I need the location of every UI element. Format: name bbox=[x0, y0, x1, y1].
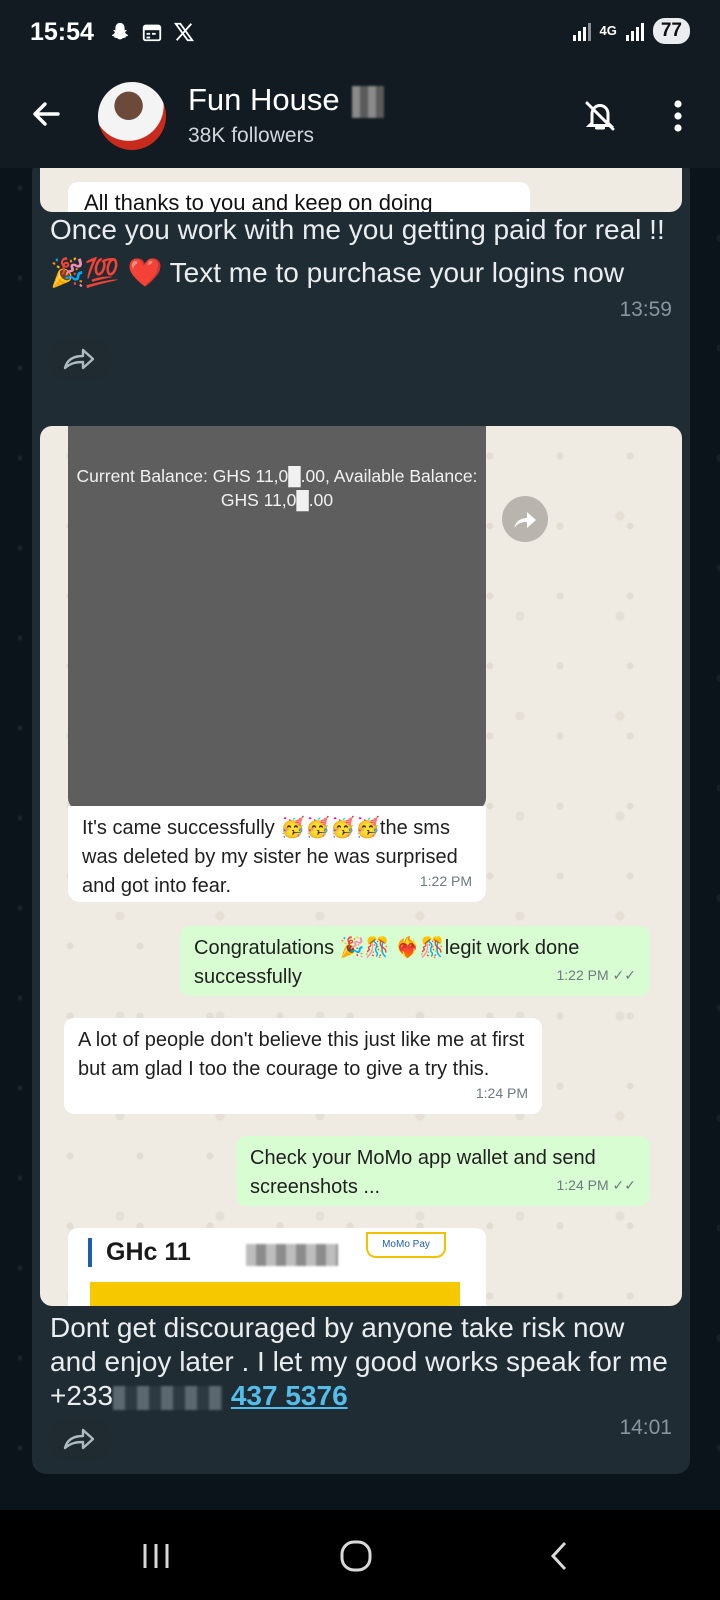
signal-icon bbox=[572, 21, 592, 41]
recent-apps-button[interactable] bbox=[136, 1536, 176, 1576]
forward-button[interactable] bbox=[48, 338, 112, 380]
message-text: Once you work with me you getting paid f… bbox=[50, 214, 665, 288]
back-nav-button[interactable] bbox=[540, 1536, 580, 1576]
screenshot-outgoing-bubble: Congratulations 🎉🎊 ❤️‍🔥🎊legit work done … bbox=[180, 926, 650, 996]
message-time: 13:59 bbox=[619, 298, 672, 321]
forward-icon bbox=[63, 1428, 95, 1450]
network-type: 4G bbox=[599, 23, 617, 38]
battery-level: 77 bbox=[652, 18, 690, 44]
bell-off-icon bbox=[585, 101, 615, 131]
message-text: Dont get discouraged by anyone take risk… bbox=[50, 1311, 670, 1413]
chat-area[interactable]: All thanks to you and keep on doing Once… bbox=[0, 168, 720, 1510]
bubble-text: Check your MoMo app wallet and send scre… bbox=[250, 1147, 596, 1198]
arrow-left-icon bbox=[33, 102, 60, 126]
screenshot-incoming-bubble: It's came successfully 🥳🥳🥳🥳the sms was d… bbox=[68, 806, 486, 902]
blurred-phone-digits bbox=[113, 1385, 224, 1410]
screenshot-balance-card: Current Balance: GHS 11,0█.00, Available… bbox=[68, 426, 486, 810]
message-image[interactable]: Current Balance: GHS 11,0█.00, Available… bbox=[40, 426, 682, 1306]
bubble-time: 1:22 PM bbox=[419, 873, 472, 889]
screenshot-outgoing-bubble: Check your MoMo app wallet and send scre… bbox=[236, 1136, 650, 1206]
calendar-icon bbox=[140, 20, 164, 44]
momo-wallet-card: GHc 11 MoMo Pay bbox=[68, 1228, 486, 1306]
channel-name[interactable]: Fun House bbox=[188, 82, 340, 118]
home-button[interactable] bbox=[336, 1536, 376, 1576]
signal-icon bbox=[625, 21, 645, 41]
x-icon bbox=[172, 20, 196, 44]
notification-icons bbox=[108, 20, 196, 44]
kebab-menu-icon bbox=[674, 100, 682, 132]
mute-notifications-button[interactable] bbox=[580, 96, 620, 136]
system-nav-bar bbox=[0, 1510, 720, 1600]
status-time: 15:54 bbox=[30, 18, 94, 46]
momo-pay-logo: MoMo Pay bbox=[366, 1232, 446, 1258]
channel-message[interactable]: Current Balance: GHS 11,0█.00, Available… bbox=[32, 416, 690, 1474]
momo-banner bbox=[90, 1282, 460, 1306]
channel-header: Fun House 38K followers bbox=[0, 66, 720, 168]
message-image[interactable]: All thanks to you and keep on doing bbox=[40, 168, 682, 212]
home-icon bbox=[340, 1540, 372, 1572]
back-button[interactable] bbox=[24, 92, 68, 136]
balance-text: Current Balance: GHS 11,0█.00, Available… bbox=[76, 466, 478, 510]
bubble-time: 1:24 PM bbox=[475, 1085, 528, 1101]
forward-icon bbox=[63, 348, 95, 370]
bubble-text: It's came successfully 🥳🥳🥳🥳the sms was d… bbox=[82, 817, 458, 897]
phone-number-link[interactable]: 437 5376 bbox=[231, 1380, 348, 1411]
blurred-amount bbox=[246, 1244, 338, 1266]
share-icon bbox=[502, 496, 548, 542]
screenshot-incoming-bubble: A lot of people don't believe this just … bbox=[64, 1018, 542, 1114]
blurred-badge bbox=[352, 86, 384, 118]
status-bar: 15:54 4G 77 bbox=[0, 0, 720, 66]
bubble-time: 1:24 PM ✓✓ bbox=[556, 1177, 637, 1193]
forward-button[interactable] bbox=[48, 1418, 112, 1460]
snapchat-icon bbox=[108, 20, 132, 44]
recents-icon bbox=[143, 1544, 169, 1568]
bubble-text: Congratulations 🎉🎊 ❤️‍🔥🎊legit work done … bbox=[194, 937, 580, 988]
follower-count: 38K followers bbox=[188, 124, 315, 147]
avatar[interactable] bbox=[98, 82, 166, 150]
momo-amount: GHc 11 bbox=[88, 1238, 191, 1267]
bubble-time: 1:22 PM ✓✓ bbox=[556, 967, 637, 983]
chevron-left-icon bbox=[550, 1541, 567, 1571]
message-time: 14:01 bbox=[619, 1416, 672, 1439]
more-options-button[interactable] bbox=[664, 96, 692, 136]
bubble-text: A lot of people don't believe this just … bbox=[78, 1029, 525, 1080]
